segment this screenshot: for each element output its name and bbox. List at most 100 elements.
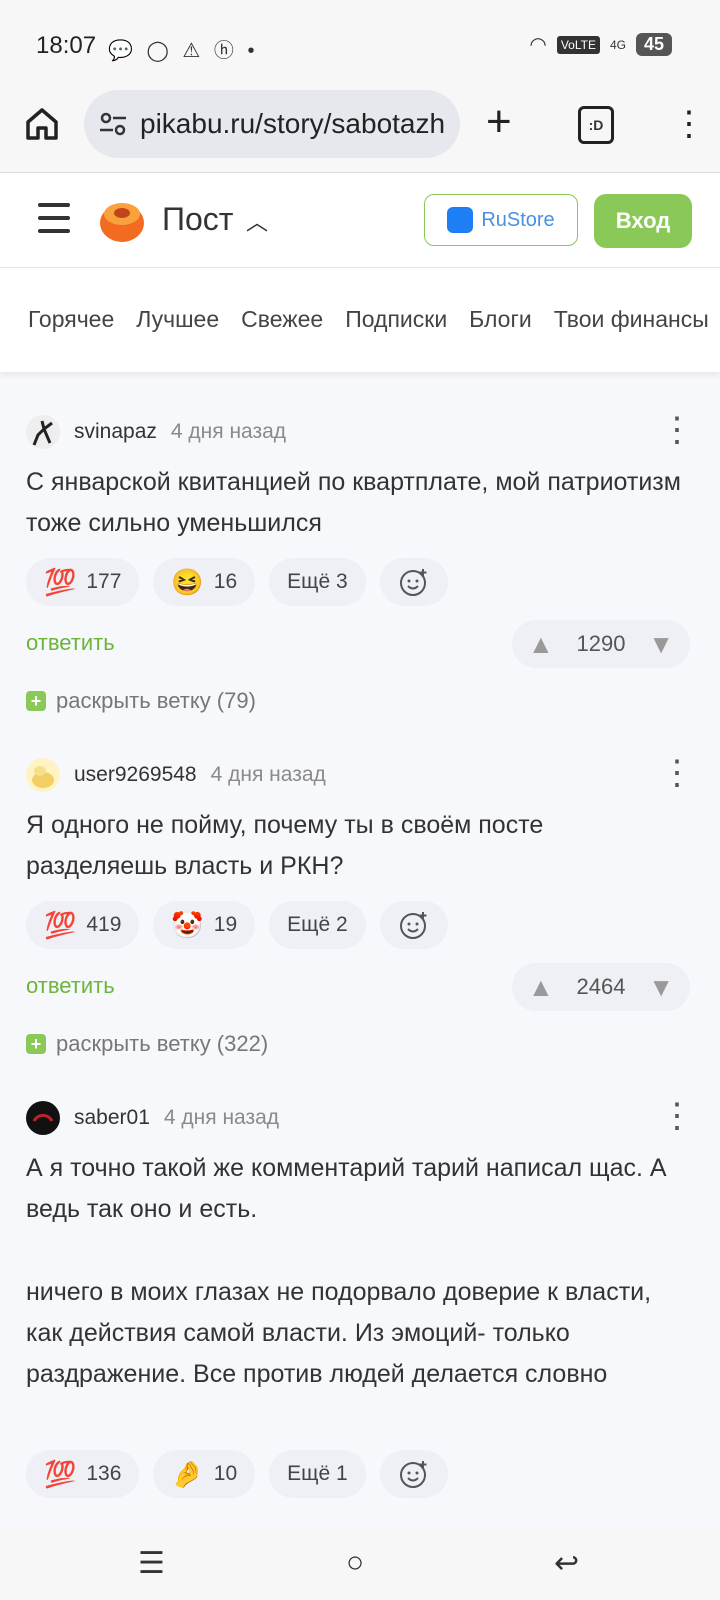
reaction-pinched[interactable]: 🤌 10 [153, 1450, 256, 1498]
nav-finances[interactable]: Твои финансы [554, 306, 709, 333]
system-nav-bar: ☰ ○ ↩ [0, 1530, 720, 1600]
nav-subscriptions[interactable]: Подписки [345, 306, 447, 333]
reaction-clown[interactable]: 🤡 19 [153, 901, 256, 949]
page-title: Пост [162, 201, 234, 237]
menu-icon[interactable] [38, 203, 70, 242]
reactions: 💯 419 🤡 19 Ещё 2 [26, 901, 448, 949]
wifi-icon: ◠ [529, 34, 547, 56]
rustore-icon [447, 207, 474, 233]
pinched-hand-icon: 🤌 [171, 1458, 204, 1489]
nav-fresh[interactable]: Свежее [241, 306, 323, 333]
add-reaction-button[interactable] [379, 901, 448, 949]
vote-box: ▲ 1290 ▼ [512, 620, 690, 668]
username[interactable]: user9269548 [74, 763, 197, 787]
reaction-count: 419 [86, 913, 122, 936]
expand-thread[interactable]: + раскрыть ветку (79) [26, 688, 256, 714]
comment-text-p2: ничего в моих глазах не подорвало довери… [26, 1278, 652, 1388]
reaction-100[interactable]: 💯 177 [26, 558, 140, 606]
comment-menu-icon[interactable]: ⋮ [660, 413, 694, 447]
plus-icon: + [26, 1034, 46, 1054]
upvote-icon[interactable]: ▲ [528, 972, 554, 1003]
reaction-count: 16 [213, 570, 238, 593]
username[interactable]: saber01 [74, 1106, 150, 1130]
reaction-count: 19 [213, 913, 238, 936]
more-reactions-button[interactable]: Ещё 1 [269, 1450, 366, 1498]
rustore-label: RuStore [481, 208, 555, 231]
browser-toolbar: pikabu.ru/story/sabotazh + :D ⋮ [0, 90, 720, 173]
downvote-icon[interactable]: ▼ [648, 972, 674, 1003]
address-bar[interactable]: pikabu.ru/story/sabotazh [84, 90, 460, 158]
downvote-icon[interactable]: ▼ [648, 629, 674, 660]
chevron-up-icon[interactable]: ︿ [246, 205, 268, 237]
add-reaction-button[interactable] [379, 558, 448, 606]
comments-feed: svinapaz 4 дня назад ⋮ С январской квита… [0, 372, 720, 1530]
rating: 2464 [576, 974, 626, 999]
more-reactions-button[interactable]: Ещё 3 [269, 558, 366, 606]
reactions: 💯 177 😆 16 Ещё 3 [26, 558, 448, 606]
new-tab-icon[interactable]: + [486, 100, 512, 144]
hundred-icon: 💯 [44, 566, 77, 597]
rating: 1290 [576, 631, 626, 656]
add-emoji-icon [399, 912, 427, 939]
comment-header: saber01 4 дня назад [26, 1100, 279, 1136]
comment-menu-icon[interactable]: ⋮ [660, 1099, 694, 1133]
reaction-count: 136 [86, 1462, 122, 1485]
status-bar: 18:07 💬 ◯ ⚠ ⓗ • ◠ VoLTE 4G 45 [0, 0, 720, 90]
comment-text-p1: А я точно такой же комментарий тарий нап… [26, 1154, 667, 1223]
plus-icon: + [26, 691, 46, 711]
notification-icons: 💬 ◯ ⚠ ⓗ • [108, 40, 259, 62]
reply-link[interactable]: ответить [26, 630, 115, 656]
comment-header: svinapaz 4 дня назад [26, 414, 286, 450]
reaction-count: 10 [213, 1462, 238, 1485]
reaction-count: 177 [86, 570, 122, 593]
pikabu-logo[interactable] [98, 197, 146, 243]
expand-thread[interactable]: + раскрыть ветку (322) [26, 1031, 268, 1057]
reactions: 💯 136 🤌 10 Ещё 1 [26, 1450, 448, 1498]
nav-best[interactable]: Лучшее [136, 306, 219, 333]
username[interactable]: svinapaz [74, 420, 157, 444]
tab-switcher-button[interactable]: :D [578, 106, 614, 144]
home-icon[interactable] [22, 104, 62, 144]
hundred-icon: 💯 [44, 909, 77, 940]
comment-time: 4 дня назад [170, 420, 287, 443]
login-button[interactable]: Вход [594, 194, 692, 248]
avatar[interactable] [26, 758, 60, 792]
expand-label: раскрыть ветку (79) [56, 688, 256, 713]
nav-hot[interactable]: Горячее [28, 306, 114, 333]
comment-time: 4 дня назад [163, 1106, 280, 1129]
comment-text: С январской квитанцией по квартплате, мо… [26, 468, 681, 537]
hundred-icon: 💯 [44, 1458, 77, 1489]
vote-box: ▲ 2464 ▼ [512, 963, 690, 1011]
expand-label: раскрыть ветку (322) [56, 1031, 269, 1056]
battery-indicator: 45 [635, 33, 672, 56]
reply-link[interactable]: ответить [26, 973, 115, 999]
site-header: Пост ︿ RuStore Вход [0, 173, 720, 268]
url-text: pikabu.ru/story/sabotazh [140, 108, 446, 139]
comment-time: 4 дня назад [210, 763, 326, 786]
comment-text: Я одного не пойму, почему ты в своём пос… [26, 811, 544, 880]
avatar[interactable] [26, 1101, 60, 1135]
reaction-100[interactable]: 💯 136 [26, 1450, 140, 1498]
comment-header: user9269548 4 дня назад [26, 757, 326, 793]
add-reaction-button[interactable] [379, 1450, 448, 1498]
upvote-icon[interactable]: ▲ [528, 629, 554, 660]
add-emoji-icon [399, 1461, 427, 1488]
add-emoji-icon [399, 569, 427, 596]
home-button-icon[interactable]: ○ [346, 1546, 364, 1580]
nav-blogs[interactable]: Блоги [469, 306, 532, 333]
reaction-100[interactable]: 💯 419 [26, 901, 140, 949]
volte-badge: VoLTE [556, 35, 600, 54]
more-reactions-button[interactable]: Ещё 2 [269, 901, 366, 949]
reaction-laugh[interactable]: 😆 16 [153, 558, 256, 606]
comment-menu-icon[interactable]: ⋮ [660, 756, 694, 790]
clown-icon: 🤡 [171, 909, 204, 940]
signal-label: 4G [609, 37, 626, 52]
rustore-button[interactable]: RuStore [424, 194, 578, 246]
category-nav: Горячее Лучшее Свежее Подписки Блоги Тво… [0, 268, 720, 372]
avatar[interactable] [26, 415, 60, 449]
back-icon[interactable]: ↩ [554, 1546, 579, 1581]
recent-apps-icon[interactable]: ☰ [138, 1546, 165, 1581]
site-settings-icon[interactable] [98, 110, 128, 138]
laugh-icon: 😆 [171, 566, 204, 597]
browser-menu-icon[interactable]: ⋮ [672, 104, 706, 144]
